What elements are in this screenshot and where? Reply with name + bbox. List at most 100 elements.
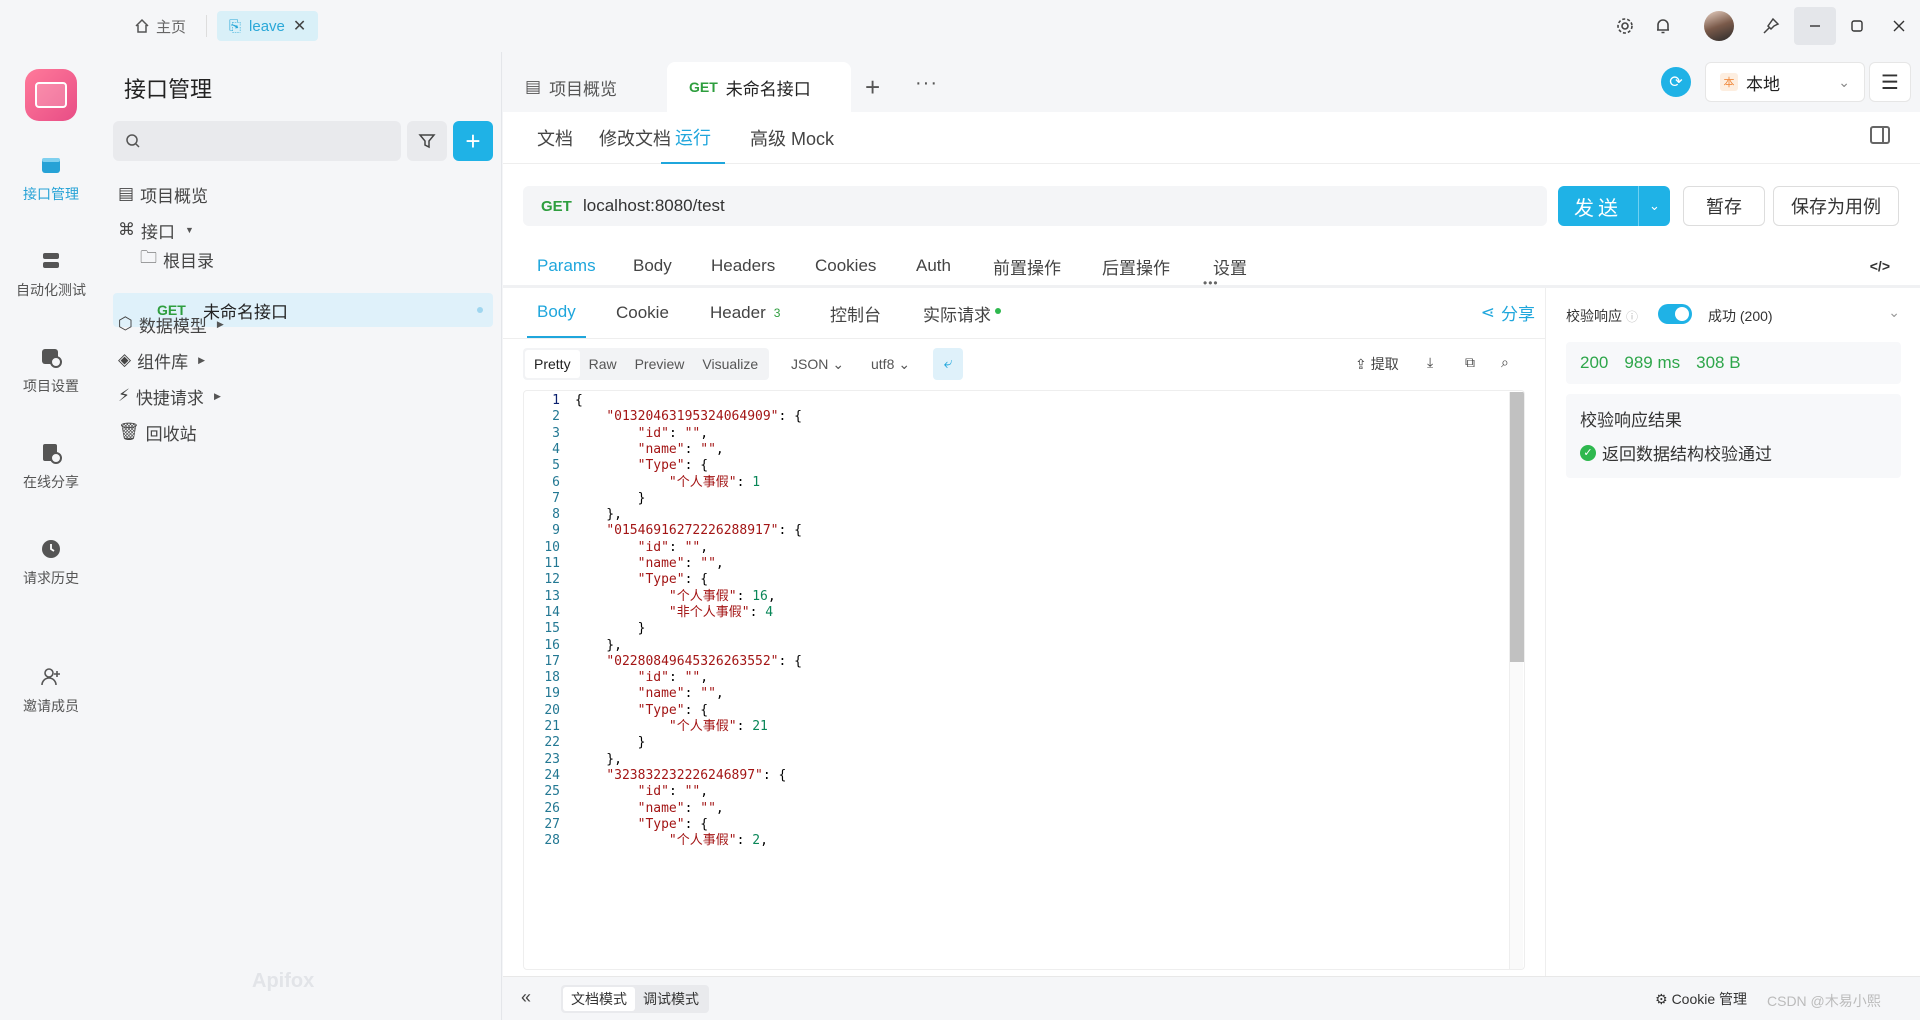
format-preview[interactable]: Preview bbox=[626, 350, 694, 378]
cookie-manager-button[interactable]: ⚙ Cookie 管理 bbox=[1655, 989, 1747, 1009]
send-button[interactable]: 发送 ⌄ bbox=[1558, 186, 1670, 226]
method-select[interactable]: GET bbox=[541, 198, 583, 215]
tree-item-components[interactable]: ◈ 组件库 ▶ bbox=[118, 342, 205, 378]
scrollbar-thumb[interactable] bbox=[1510, 392, 1524, 662]
tree-item-data-model[interactable]: ⬡ 数据模型 ▶ bbox=[118, 306, 224, 342]
chevron-down-icon[interactable]: ⌄ bbox=[1638, 186, 1670, 226]
url-bar[interactable]: GET localhost:8080/test bbox=[523, 186, 1547, 226]
tab-console[interactable]: 控制台 bbox=[830, 288, 881, 338]
project-tab[interactable]: ⎘ leave ✕ bbox=[217, 11, 319, 41]
search-box[interactable] bbox=[113, 121, 401, 161]
code-line: 1{ bbox=[524, 393, 1524, 409]
environment-select[interactable]: 本 本地 ⌄ bbox=[1705, 62, 1865, 102]
line-number: 9 bbox=[552, 523, 560, 539]
minimize-icon[interactable] bbox=[1794, 7, 1836, 45]
window-close-icon[interactable] bbox=[1878, 7, 1920, 45]
search-icon[interactable]: ⌕ bbox=[1501, 354, 1509, 371]
nav-project-settings[interactable]: 项目设置 bbox=[0, 344, 102, 396]
settings-icon[interactable] bbox=[1606, 7, 1644, 45]
home-tab[interactable]: 主页 bbox=[134, 16, 186, 37]
tree-item-root[interactable]: 🗀 根目录 bbox=[140, 241, 214, 277]
home-label: 主页 bbox=[156, 18, 187, 36]
wrap-lines-icon[interactable]: ⤶ bbox=[933, 348, 963, 380]
copy-icon[interactable]: ⧉ bbox=[1465, 354, 1475, 371]
tab-project-overview[interactable]: ▤ 项目概览 bbox=[503, 62, 639, 112]
tab-cookies[interactable]: Cookies bbox=[815, 244, 876, 288]
more-tabs-button[interactable]: ··· bbox=[915, 72, 938, 95]
sync-icon[interactable]: ⟳ bbox=[1661, 67, 1691, 97]
tab-pre-processors[interactable]: 前置操作 bbox=[993, 244, 1061, 288]
tab-doc[interactable]: 文档 bbox=[537, 112, 573, 164]
tree-label: 组件库 bbox=[137, 352, 189, 372]
debug-mode-button[interactable]: 调试模式 bbox=[635, 987, 707, 1011]
panel-toggle-icon[interactable] bbox=[1870, 126, 1890, 144]
format-pretty[interactable]: Pretty bbox=[525, 350, 580, 378]
tree-item-trash[interactable]: 🗑 回收站 bbox=[118, 414, 197, 450]
code-line: 26 "name": "", bbox=[524, 801, 1524, 817]
validate-toggle[interactable] bbox=[1658, 304, 1692, 324]
language-select[interactable]: JSON ⌄ bbox=[791, 348, 844, 380]
pin-icon[interactable] bbox=[1752, 7, 1790, 45]
url-input[interactable]: localhost:8080/test bbox=[583, 196, 725, 216]
tab-unnamed-api[interactable]: GET 未命名接口 bbox=[667, 62, 851, 112]
tab-response-body[interactable]: Body bbox=[527, 288, 586, 338]
save-as-case-button[interactable]: 保存为用例 bbox=[1773, 186, 1899, 226]
response-code-editor[interactable]: 1{2 "01320463195324064909": {3 "id": "",… bbox=[523, 390, 1525, 970]
caret-down-icon: ▼ bbox=[185, 225, 194, 235]
help-icon[interactable]: ⓘ bbox=[1626, 308, 1638, 325]
tab-params[interactable]: Params bbox=[537, 244, 596, 288]
tree-item-quick-request[interactable]: ⚡ 快捷请求 ▶ bbox=[118, 378, 221, 414]
tab-post-processors[interactable]: 后置操作 bbox=[1102, 244, 1170, 288]
validation-status[interactable]: 成功 (200) bbox=[1708, 306, 1773, 326]
search-input[interactable] bbox=[149, 133, 389, 149]
bell-icon[interactable] bbox=[1644, 7, 1682, 45]
download-icon[interactable]: ⤓ bbox=[1427, 354, 1433, 371]
line-number: 7 bbox=[552, 490, 560, 506]
maximize-icon[interactable] bbox=[1836, 7, 1878, 45]
encoding-select[interactable]: utf8 ⌄ bbox=[871, 348, 910, 380]
project-tab-label: leave bbox=[249, 17, 285, 35]
avatar[interactable] bbox=[1704, 11, 1734, 41]
scrollbar[interactable] bbox=[1509, 392, 1524, 969]
tab-run[interactable]: 运行 bbox=[661, 112, 725, 164]
format-visualize[interactable]: Visualize bbox=[693, 350, 767, 378]
line-text: { bbox=[575, 393, 583, 408]
share-button[interactable]: ⋖ 分享 bbox=[1481, 300, 1535, 325]
nav-invite-member[interactable]: 邀请成员 bbox=[0, 664, 102, 716]
chevron-down-icon[interactable]: ⌄ bbox=[1888, 304, 1900, 321]
new-tab-button[interactable]: + bbox=[865, 72, 880, 103]
tab-body[interactable]: Body bbox=[633, 244, 672, 288]
line-text: }, bbox=[575, 751, 622, 767]
tab-headers[interactable]: Headers bbox=[711, 244, 775, 288]
lightning-icon: ⚡ bbox=[118, 386, 130, 405]
menu-icon[interactable]: ☰ bbox=[1869, 62, 1911, 102]
collapse-icon[interactable]: « bbox=[521, 987, 531, 1008]
tab-auth[interactable]: Auth bbox=[916, 244, 951, 288]
add-button[interactable]: + bbox=[453, 121, 493, 161]
tree-item-overview[interactable]: ▤ 项目概览 bbox=[118, 176, 208, 212]
line-number: 23 bbox=[544, 751, 560, 767]
save-temp-button[interactable]: 暂存 bbox=[1683, 186, 1765, 226]
extract-button[interactable]: ⇪ 提取 bbox=[1355, 354, 1399, 374]
extract-icon: ⇪ bbox=[1355, 355, 1367, 372]
line-text: "非个人事假": 4 bbox=[668, 604, 774, 620]
tab-response-cookie[interactable]: Cookie bbox=[616, 288, 669, 338]
tab-actual-request[interactable]: 实际请求 bbox=[923, 288, 1001, 338]
line-number: 12 bbox=[544, 572, 560, 588]
code-icon[interactable]: </> bbox=[1870, 258, 1890, 274]
line-text: "个人事假": 1 bbox=[668, 474, 761, 490]
format-raw[interactable]: Raw bbox=[580, 350, 626, 378]
line-number: 3 bbox=[552, 425, 560, 441]
tab-response-header[interactable]: Header 3 bbox=[710, 288, 780, 338]
header-count: 3 bbox=[773, 306, 781, 320]
nav-online-share[interactable]: 在线分享 bbox=[0, 440, 102, 492]
nav-automation[interactable]: 自动化测试 bbox=[0, 248, 102, 300]
close-icon[interactable]: ✕ bbox=[293, 16, 306, 36]
code-line: 2 "01320463195324064909": { bbox=[524, 409, 1524, 425]
doc-mode-button[interactable]: 文档模式 bbox=[563, 987, 635, 1011]
tab-advanced-mock[interactable]: 高级 Mock bbox=[750, 112, 834, 164]
filter-button[interactable] bbox=[407, 121, 447, 161]
line-number: 19 bbox=[544, 686, 560, 702]
nav-request-history[interactable]: 请求历史 bbox=[0, 536, 102, 588]
nav-api-management[interactable]: 接口管理 bbox=[0, 152, 102, 204]
